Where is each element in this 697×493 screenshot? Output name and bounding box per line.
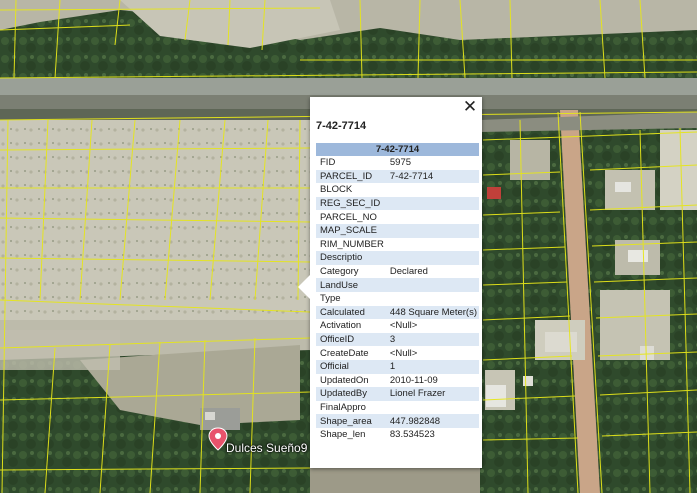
- attribute-key: RIM_NUMBER: [320, 238, 384, 250]
- attribute-value: [385, 251, 479, 265]
- attribute-value: [385, 278, 479, 292]
- attribute-value: Declared: [389, 266, 428, 278]
- attribute-value: 1: [385, 359, 479, 374]
- attribute-row: Calculated 448 Square Meter(s): [316, 305, 479, 320]
- attribute-row: Type: [316, 292, 479, 306]
- close-icon[interactable]: ✕: [461, 98, 479, 116]
- attribute-key: Shape_len: [320, 429, 366, 441]
- attribute-row: FinalAppro: [316, 401, 479, 415]
- place-marker-label[interactable]: Dulces Sueño9: [226, 441, 307, 455]
- attribute-key: Shape_area: [316, 414, 386, 428]
- attribute-value: <Null>: [389, 347, 418, 359]
- attribute-value: 2010-11-09: [389, 374, 438, 386]
- attribute-key: Calculated: [316, 305, 386, 320]
- attribute-value: 448 Square Meter(s): [385, 305, 479, 320]
- attribute-value: Lionel Frazer: [385, 387, 479, 401]
- attribute-row: LandUse: [316, 278, 479, 292]
- attribute-value: 5975: [389, 157, 412, 169]
- popup-title: 7-42-7714: [316, 120, 367, 132]
- attribute-row: Shape_len 83.534523: [316, 428, 479, 442]
- attribute-key: Official: [316, 359, 386, 374]
- attribute-value: [385, 223, 479, 238]
- attribute-row: Shape_area 447.982848: [316, 414, 479, 428]
- attribute-value: 83.534523: [389, 429, 435, 441]
- attribute-key: LandUse: [316, 278, 386, 292]
- attribute-key: PARCEL_ID: [316, 169, 386, 184]
- attribute-row: MAP_SCALE: [316, 223, 479, 238]
- attribute-row: Category Declared: [316, 265, 479, 279]
- attribute-row: REG_SEC_ID: [316, 196, 479, 211]
- attribute-row: FID 5975: [316, 156, 479, 170]
- parcel-info-popup: ✕ 7-42-7714 7-42-7714 FID 5975 PARCEL_ID 7-…: [298, 97, 482, 468]
- attribute-key: OfficeID: [316, 332, 386, 347]
- attribute-key: UpdatedBy: [316, 387, 386, 401]
- attribute-value: [385, 196, 479, 211]
- attribute-value: [386, 183, 479, 197]
- attribute-value: 3: [385, 332, 479, 347]
- attribute-row: CreateDate <Null>: [316, 346, 479, 360]
- attribute-value: 7-42-7714: [385, 169, 479, 184]
- attribute-key: MAP_SCALE: [316, 223, 386, 238]
- attribute-row: UpdatedOn 2010-11-09: [316, 374, 479, 388]
- attribute-key: UpdatedOn: [320, 374, 369, 386]
- attribute-row: Activation <Null>: [316, 319, 479, 333]
- attribute-key: FID: [320, 157, 336, 169]
- attribute-key: FinalAppro: [320, 401, 366, 413]
- attribute-key: Category: [320, 266, 359, 278]
- attribute-value: <Null>: [389, 320, 418, 332]
- attribute-table: 7-42-7714 FID 5975 PARCEL_ID 7-42-7714 BLOCK…: [316, 143, 479, 441]
- attribute-key: REG_SEC_ID: [316, 196, 386, 211]
- attribute-table-header: 7-42-7714: [316, 143, 479, 156]
- attribute-row: PARCEL_NO: [316, 210, 479, 224]
- attribute-key: Type: [320, 293, 341, 305]
- attribute-value: [386, 238, 479, 252]
- attribute-row: PARCEL_ID 7-42-7714: [316, 169, 479, 184]
- attribute-row: Descriptio: [316, 251, 479, 265]
- attribute-key: PARCEL_NO: [320, 211, 377, 223]
- attribute-key: BLOCK: [320, 184, 353, 196]
- attribute-value: [386, 210, 479, 224]
- attribute-row: Official 1: [316, 359, 479, 374]
- popup-pointer: [298, 275, 310, 299]
- attribute-key: Descriptio: [316, 251, 386, 265]
- attribute-value: [386, 292, 479, 306]
- attribute-row: OfficeID 3: [316, 332, 479, 347]
- attribute-row: UpdatedBy Lionel Frazer: [316, 387, 479, 401]
- attribute-value: 447.982848: [385, 414, 479, 428]
- attribute-value: [386, 401, 479, 415]
- attribute-row: RIM_NUMBER: [316, 238, 479, 252]
- attribute-row: BLOCK: [316, 183, 479, 197]
- attribute-key: CreateDate: [320, 347, 369, 359]
- attribute-key: Activation: [320, 320, 362, 332]
